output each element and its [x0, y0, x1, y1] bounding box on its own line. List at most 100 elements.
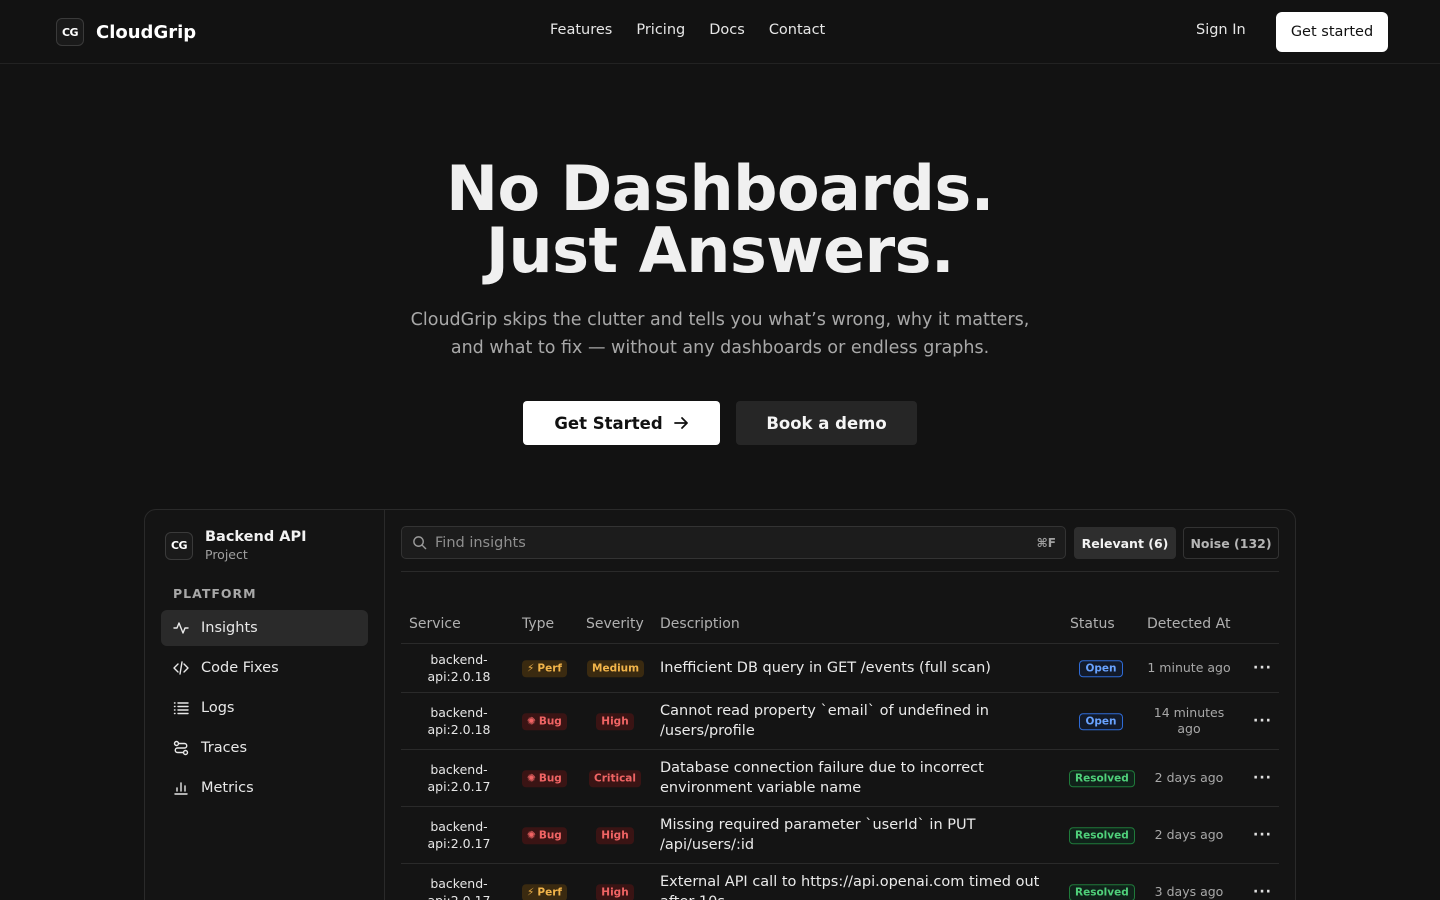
get-started-label: Get Started [554, 413, 663, 433]
type-cell: ✺ Bug [522, 769, 567, 787]
bug-icon: ✺ [527, 829, 536, 842]
search-icon [413, 536, 427, 550]
bolt-icon: ⚡ [527, 662, 535, 675]
hero-subtitle-line-1: CloudGrip skips the clutter and tells yo… [410, 310, 1030, 330]
status-cell: Resolved [1069, 769, 1135, 787]
divider [401, 571, 1279, 572]
type-badge-perf: ⚡ Perf [522, 883, 567, 900]
table-row[interactable]: backend-api:2.0.17 ⚡Perf High External A… [401, 864, 1279, 900]
detected-at-cell: 14 minutes ago [1153, 705, 1225, 736]
column-header-status[interactable]: Status [1070, 616, 1115, 632]
nav-links: Features Pricing Docs Contact [550, 22, 825, 38]
severity-badge: High [596, 883, 634, 900]
detected-at-cell: 3 days ago [1154, 884, 1224, 899]
severity-badge: Medium [587, 659, 645, 677]
sidebar-item-insights[interactable]: Insights [161, 610, 368, 646]
top-navbar: CG CloudGrip Features Pricing Docs Conta… [0, 0, 1440, 64]
description-cell: Inefficient DB query in GET /events (ful… [660, 660, 991, 676]
status-cell: Resolved [1069, 826, 1135, 844]
sidebar-item-label: Insights [201, 620, 258, 636]
sidebar-item-traces[interactable]: Traces [161, 730, 368, 766]
column-header-severity[interactable]: Severity [586, 616, 644, 632]
table-header: Service Type Severity Description Status… [401, 608, 1279, 644]
more-options-icon[interactable]: ··· [1253, 713, 1272, 729]
column-header-description[interactable]: Description [660, 616, 740, 632]
more-options-icon[interactable]: ··· [1253, 827, 1272, 843]
more-options-icon[interactable]: ··· [1253, 884, 1272, 900]
column-header-type[interactable]: Type [522, 616, 554, 632]
more-options-icon[interactable]: ··· [1253, 660, 1272, 676]
sidebar-item-logs[interactable]: Logs [161, 690, 368, 726]
code-icon [173, 661, 189, 675]
project-name: Backend API [205, 529, 307, 545]
brand-name: CloudGrip [96, 21, 197, 43]
status-cell: Open [1069, 659, 1133, 677]
search-input[interactable]: Find insights [435, 535, 1029, 551]
list-icon [173, 702, 189, 715]
description-cell: Database connection failure due to incor… [660, 760, 984, 796]
status-cell: Open [1069, 712, 1133, 730]
brand-logo[interactable]: CG CloudGrip [56, 18, 196, 46]
type-cell: ✺ Bug [522, 712, 567, 730]
type-cell: ⚡ Perf [522, 659, 567, 677]
nav-link-pricing[interactable]: Pricing [636, 22, 685, 38]
severity-cell: High [587, 712, 643, 730]
get-started-nav-button[interactable]: Get started [1276, 12, 1388, 52]
severity-cell: Critical [587, 769, 643, 787]
app-preview-panel: CG Backend API Project PLATFORM Insights… [144, 509, 1296, 900]
description-cell: External API call to https://api.openai.… [660, 874, 1040, 900]
bar-chart-icon [174, 782, 188, 795]
bolt-icon: ⚡ [527, 886, 535, 899]
project-switcher[interactable]: CG Backend API Project [165, 529, 307, 562]
description-cell: Missing required parameter `userId` in P… [660, 817, 976, 853]
severity-cell: High [587, 883, 643, 900]
status-badge: Resolved [1069, 769, 1135, 787]
type-badge-bug: ✺ Bug [522, 826, 567, 844]
table-row[interactable]: backend-api:2.0.18 ✺ Bug High Cannot read… [401, 693, 1279, 750]
project-subtitle: Project [205, 547, 248, 562]
activity-icon [173, 622, 189, 634]
filter-noise-button[interactable]: Noise (132) [1183, 527, 1279, 559]
severity-badge: High [596, 826, 634, 844]
arrow-right-icon [673, 417, 688, 429]
severity-badge: Critical [588, 769, 641, 787]
severity-cell: Medium [587, 659, 645, 677]
hero-subtitle: CloudGrip skips the clutter and tells yo… [390, 306, 1050, 362]
project-logo: CG [165, 531, 193, 560]
nav-link-contact[interactable]: Contact [769, 22, 825, 38]
type-cell: ✺ Bug [522, 826, 567, 844]
get-started-button[interactable]: Get Started [523, 401, 720, 445]
logo-mark: CG [56, 18, 84, 46]
status-cell: Resolved [1069, 883, 1135, 900]
route-icon [173, 740, 189, 756]
status-badge: Resolved [1069, 826, 1135, 844]
service-cell: backend-api:2.0.17 [427, 876, 490, 900]
nav-link-docs[interactable]: Docs [709, 22, 745, 38]
sidebar-item-code-fixes[interactable]: Code Fixes [161, 650, 368, 686]
type-cell: ⚡ Perf [522, 883, 567, 900]
filter-relevant-button[interactable]: Relevant (6) [1074, 527, 1176, 559]
table-row[interactable]: backend-api:2.0.17 ✺ Bug High Missing req… [401, 807, 1279, 864]
more-options-icon[interactable]: ··· [1253, 770, 1272, 786]
column-header-detected-at[interactable]: Detected At [1147, 616, 1230, 632]
hero-title-line-1: No Dashboards. [446, 152, 994, 225]
service-cell: backend-api:2.0.17 [427, 819, 491, 851]
hero-title-line-2: Just Answers. [485, 214, 955, 287]
table-row[interactable]: backend-api:2.0.18 ⚡ Perf Medium Ineffici… [401, 644, 1279, 693]
search-bar[interactable]: Find insights ⌘F [401, 526, 1066, 559]
book-demo-button[interactable]: Book a demo [736, 401, 917, 445]
hero-subtitle-line-2: and what to fix — without any dashboards… [450, 338, 990, 358]
sign-in-link[interactable]: Sign In [1196, 22, 1246, 38]
detected-at-cell: 2 days ago [1154, 770, 1224, 785]
status-badge: Resolved [1069, 883, 1135, 900]
sidebar-item-metrics[interactable]: Metrics [161, 770, 368, 806]
severity-badge: High [596, 712, 634, 730]
service-cell: backend-api:2.0.17 [427, 762, 491, 794]
sidebar-nav: Insights Code Fixes Logs Traces Metrics [161, 610, 368, 810]
column-header-service[interactable]: Service [409, 616, 461, 632]
sidebar-item-label: Code Fixes [201, 660, 279, 676]
service-cell: backend-api:2.0.18 [427, 652, 491, 684]
table-row[interactable]: backend-api:2.0.17 ✺ Bug Critical Databas… [401, 750, 1279, 807]
nav-link-features[interactable]: Features [550, 22, 612, 38]
type-badge-bug: ✺ Bug [522, 712, 567, 730]
